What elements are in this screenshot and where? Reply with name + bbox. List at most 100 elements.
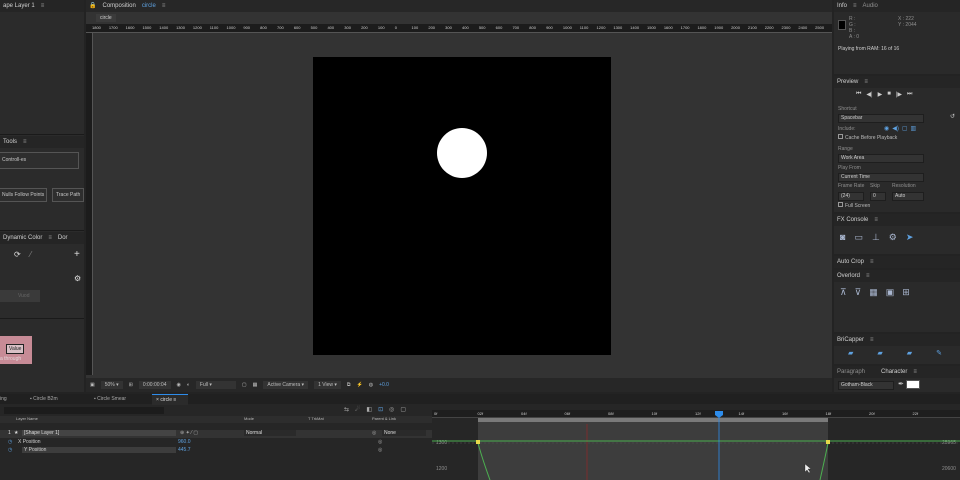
composition-tab-title[interactable]: Composition [102,0,135,12]
exposure-value[interactable]: +0.0 [379,382,389,388]
stopwatch-icon[interactable]: ◷ [8,439,12,445]
menu-icon[interactable]: ≡ [48,232,52,244]
last-frame-icon[interactable]: ⏭ [907,91,912,98]
layer-switches[interactable]: ⊕ ✦ ⁄ ▢ [180,430,198,436]
shy-icon[interactable]: ⇆ [344,406,349,413]
gear-icon[interactable]: ⚙ [74,274,81,284]
send-icon[interactable]: ➤ [906,232,914,243]
menu-icon[interactable]: ≡ [864,76,868,88]
info-tab[interactable]: Info [837,0,847,12]
cap-right-icon[interactable]: ▰ [907,349,912,357]
full-screen-checkbox[interactable]: Full Screen [838,202,870,209]
resolution-dropdown-preview[interactable]: Auto [892,192,924,201]
fx-console-header[interactable]: FX Console ≡ [834,214,960,226]
white-circle-shape[interactable] [437,128,487,178]
expression-icon[interactable]: ◎ [378,439,382,445]
font-dropdown[interactable]: Gotham-Black [838,381,894,390]
tab-circle-b2m[interactable]: ▪ Circle B2m [30,394,58,404]
prev-frame-icon[interactable]: ◀| [866,91,872,98]
property-y-name[interactable]: Y Position [22,447,176,453]
menu-icon[interactable]: ≡ [870,256,874,268]
camera-icon[interactable]: ◙ [840,232,845,243]
refresh-icon[interactable]: ⟳ [14,250,21,260]
property-y-value[interactable]: 445.7 [178,447,191,453]
cache-checkbox-box[interactable] [838,134,843,139]
breadcrumb[interactable]: circle [96,14,116,22]
menu-icon[interactable]: ≡ [853,0,857,12]
first-frame-icon[interactable]: ⏮ [856,91,861,98]
layer-mode-dropdown[interactable]: Normal [244,430,296,436]
nulls-follow-points-button[interactable]: Nulls Follow Points [0,188,47,202]
toggle-icon[interactable]: ⧉ [347,382,351,388]
cache-checkbox[interactable]: Cache Before Playback [838,134,897,141]
menu-icon[interactable]: ≡ [870,334,874,346]
range-dropdown[interactable]: Work Area [838,154,924,163]
play-icon[interactable]: ▶ [878,91,883,98]
push-down-icon[interactable]: ⊽ [855,287,862,298]
stopwatch-icon[interactable]: ◷ [8,447,12,453]
tab-circle-smear[interactable]: ▪ Circle Smear [94,394,126,404]
layer-name[interactable]: [Shape Layer 1] [22,430,176,436]
render-icon[interactable]: ◎ [389,406,394,413]
value-graph[interactable] [432,410,960,480]
zoom-dropdown[interactable]: 50% ▾ [100,381,123,389]
dynamic-color-other-tab[interactable]: Dor [58,232,68,244]
stop-icon[interactable]: ■ [887,91,891,98]
resolution-dropdown[interactable]: Full ▾ [195,381,236,389]
comp-canvas[interactable] [313,57,611,355]
swatch-icon[interactable]: ▦ [869,287,878,298]
video-icon[interactable]: ◉ [884,125,889,132]
region-icon[interactable]: ▢ [242,382,247,388]
preview-header[interactable]: Preview ≡ [834,76,960,88]
color-icon[interactable]: ◐ [187,382,190,388]
motion-blur-icon[interactable]: ◧ [366,406,372,413]
property-row-y[interactable]: ◷ Y Position 445.7 ◎ [0,447,432,455]
image-icon[interactable]: ▭ [854,232,863,243]
fill-color-swatch[interactable] [906,380,920,389]
plus-icon[interactable]: + [74,250,80,260]
bricapper-header[interactable]: BriCapper ≡ [834,334,960,346]
tab-circle[interactable]: × circle ≡ [152,394,189,405]
layer-controls-icon[interactable]: ▥ [911,125,917,132]
character-header[interactable]: Paragraph Character ≡ [834,366,960,378]
brush-icon[interactable]: ⁄ [30,250,31,260]
frame-rate-dropdown[interactable]: (24) [838,192,864,201]
exposure-icon[interactable]: ◍ [369,382,373,388]
push-up-icon[interactable]: ⊼ [840,287,847,298]
menu-icon[interactable]: ≡ [866,270,870,282]
timeline-search[interactable]: ⌕ [4,407,164,422]
left-panel-tab-label[interactable]: ape Layer 1 [3,0,35,12]
audio-tab[interactable]: Audio [863,0,878,12]
property-row-x[interactable]: ◷ X Position 960.0 ◎ [0,439,432,447]
col-parent[interactable]: Parent & Link [372,416,396,421]
add-icon[interactable]: ⊞ [902,287,910,298]
snapshot-icon[interactable]: ◉ [177,382,181,388]
shortcut-dropdown[interactable]: Spacebar [838,114,924,123]
eyedropper-icon[interactable]: ✒ [898,380,904,388]
settings-icon[interactable]: ⚙ [889,232,897,243]
col-trkmat[interactable]: T TrkMat [308,416,324,421]
lock-icon[interactable]: 🔒 [89,0,96,12]
grid-icon[interactable]: ⊞ [129,382,133,388]
menu-icon[interactable]: ≡ [162,0,166,12]
tools-panel-header[interactable]: Tools ≡ [0,136,84,148]
tab-ing[interactable]: ing [0,394,7,404]
cap-center-icon[interactable]: ▰ [877,349,882,357]
controllers-button[interactable]: Controll-es [0,152,79,169]
overlord-header[interactable]: Overlord ≡ [834,270,960,282]
always-preview-icon[interactable]: ▣ [90,382,95,388]
lock-icon[interactable]: ▢ [400,406,406,413]
trace-path-button[interactable]: Trace Path [52,188,84,202]
reset-icon[interactable]: ↺ [950,113,955,120]
value-dim-field[interactable]: Vuod [0,290,40,302]
audio-icon[interactable]: ◀) [892,125,899,132]
pen-icon[interactable]: ✎ [936,349,942,357]
layer-row[interactable]: 1 ★ [Shape Layer 1] ⊕ ✦ ⁄ ▢ Normal ◎ Non… [0,430,432,438]
menu-icon[interactable]: ≡ [41,0,45,12]
paragraph-tab[interactable]: Paragraph [837,366,865,378]
camera-dropdown[interactable]: Active Camera ▾ [263,381,309,389]
pickwhip-icon[interactable]: ◎ [372,430,376,436]
composition-name[interactable]: circle [142,0,156,12]
property-x-value[interactable]: 960.0 [178,439,191,445]
frame-blend-icon[interactable]: ☄ [355,406,360,413]
